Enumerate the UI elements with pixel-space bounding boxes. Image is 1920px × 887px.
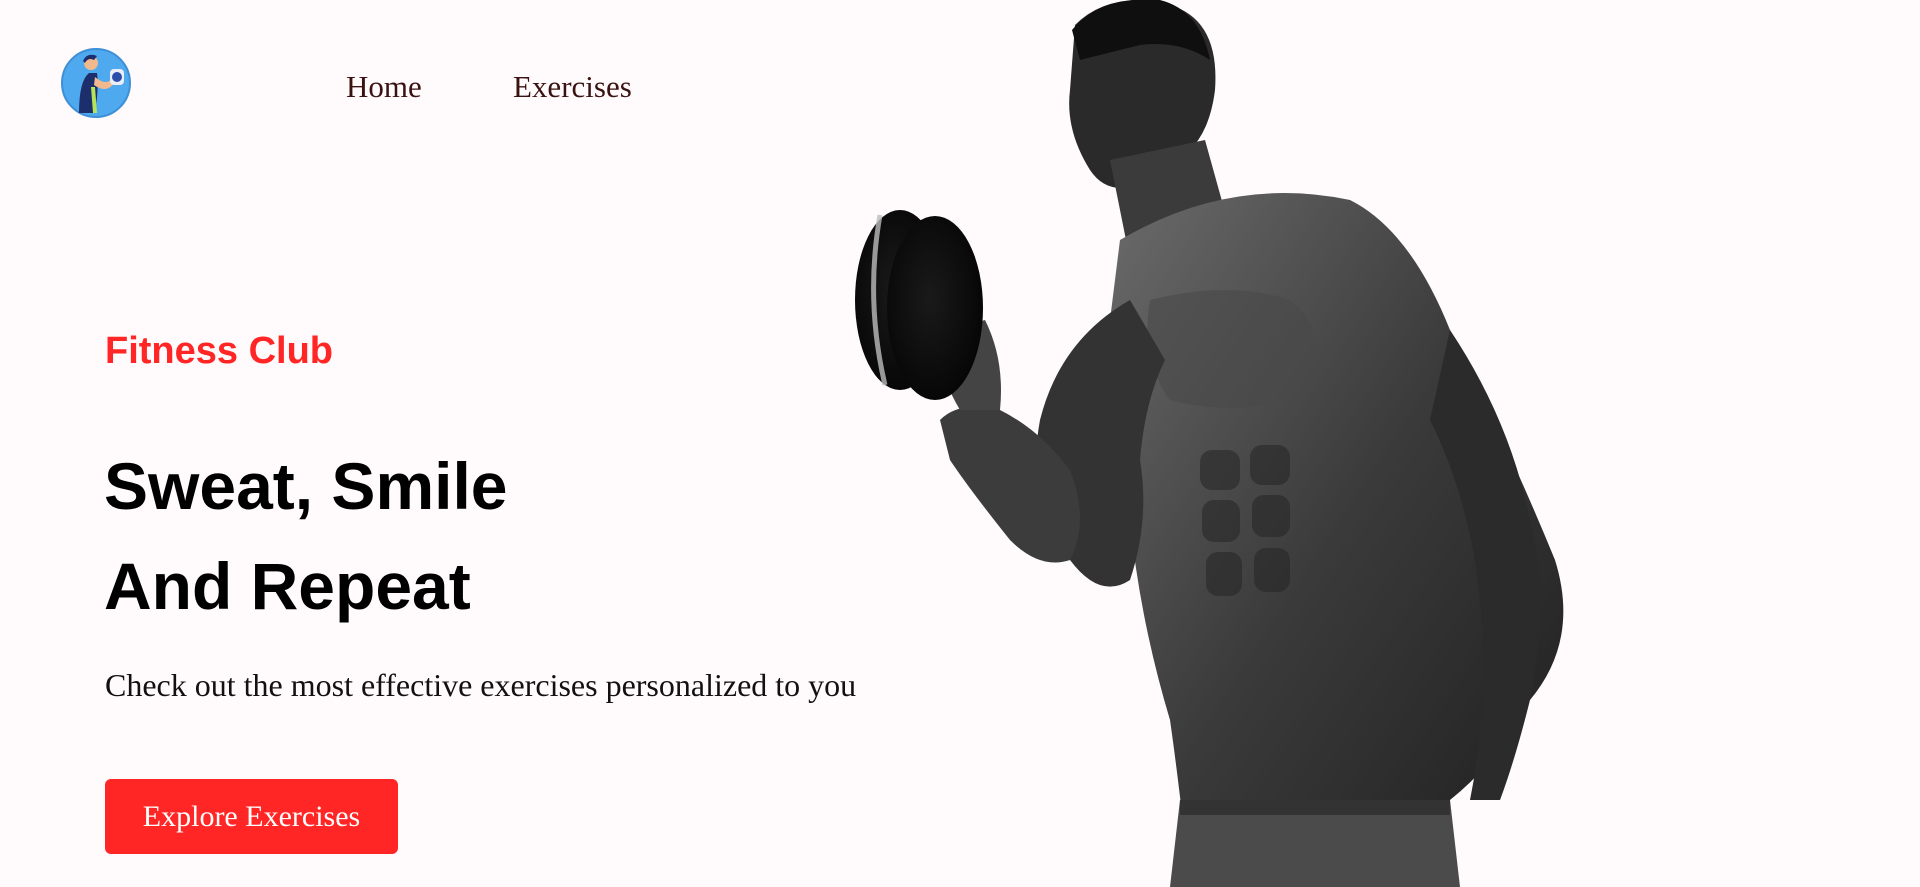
- hero-brand: Fitness Club: [105, 330, 334, 372]
- hero-title-line-2: And Repeat: [104, 549, 471, 623]
- nav-link-home[interactable]: Home: [346, 67, 422, 107]
- nav-link-exercises[interactable]: Exercises: [513, 67, 632, 107]
- hero-title: Sweat, Smile And Repeat: [104, 436, 508, 636]
- logo-icon[interactable]: [61, 47, 131, 119]
- explore-exercises-button[interactable]: Explore Exercises: [105, 779, 398, 854]
- bodybuilder-image: [810, 0, 1810, 887]
- hero-subtitle: Check out the most effective exercises p…: [105, 667, 857, 703]
- hero-title-line-1: Sweat, Smile: [104, 449, 508, 523]
